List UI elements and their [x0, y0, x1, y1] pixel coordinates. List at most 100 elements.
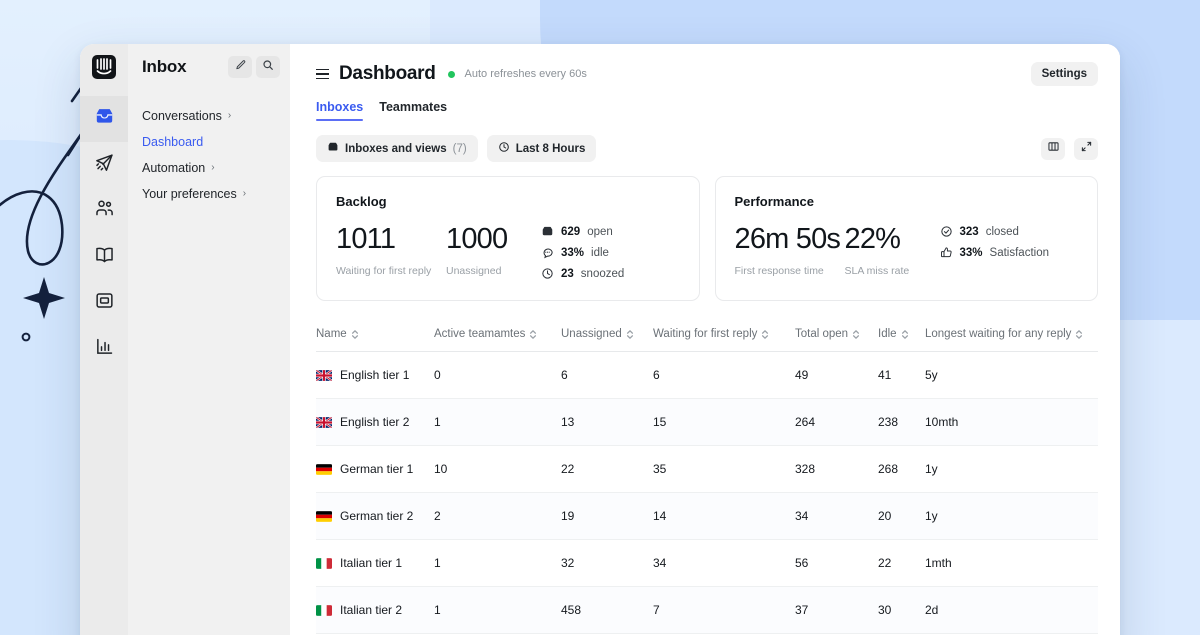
inbox-name-label: English tier 1 [340, 368, 409, 382]
sort-icon [1075, 329, 1083, 340]
inbox-icon [327, 141, 339, 156]
fact-value: 323 [960, 226, 979, 238]
fact-value: 629 [561, 226, 580, 238]
metric-unassigned: 1000 Unassigned [446, 223, 541, 277]
chat-bubble-icon [541, 246, 554, 259]
fact-text: idle [591, 247, 609, 259]
rail-item-articles[interactable] [80, 280, 128, 326]
flag-gb-icon [316, 417, 332, 428]
expand-diagonal-icon [1080, 140, 1093, 158]
card-facts: 323 closed 33% [940, 223, 1049, 259]
cell-idle: 41 [878, 368, 925, 382]
sidebar-header: Inbox [128, 44, 290, 90]
thumbs-up-icon [940, 246, 953, 259]
inbox-name-label: German tier 2 [340, 509, 413, 523]
search-icon [262, 58, 274, 76]
metric-label: Unassigned [446, 265, 541, 277]
cell-unassigned: 13 [561, 415, 653, 429]
rail-item-reports[interactable] [80, 326, 128, 372]
card-title: Performance [735, 194, 1079, 209]
table-row[interactable]: German tier 11022353282681y [316, 446, 1098, 493]
summary-cards: Backlog 1011 Waiting for first reply 100… [290, 162, 1120, 301]
column-header-idle[interactable]: Idle [878, 319, 925, 351]
column-header-waiting-for-first-reply[interactable]: Waiting for first reply [653, 319, 795, 351]
column-header-longest-waiting[interactable]: Longest waiting for any reply [925, 319, 1098, 351]
metric-label: SLA miss rate [845, 265, 940, 277]
auto-refresh-note: Auto refreshes every 60s [465, 68, 587, 80]
chevron-right-icon: › [228, 111, 231, 121]
cell-waiting-for-first-reply: 15 [653, 415, 795, 429]
settings-button[interactable]: Settings [1031, 62, 1098, 86]
cell-waiting-for-first-reply: 14 [653, 509, 795, 523]
inboxes-table: Name Active teamamtes Unassigned [290, 319, 1120, 634]
icon-rail [80, 44, 128, 635]
column-header-name[interactable]: Name [316, 319, 434, 351]
metric-first-response-time: 26m 50s First response time [735, 223, 845, 277]
metric-value: 1000 [446, 223, 541, 255]
tab-teammates[interactable]: Teammates [379, 100, 447, 121]
rail-item-contacts[interactable] [80, 188, 128, 234]
cell-name: German tier 2 [316, 509, 434, 523]
main-content: Dashboard Auto refreshes every 60s Setti… [290, 44, 1120, 635]
sidebar-item-label: Conversations [142, 109, 222, 123]
hamburger-menu-icon[interactable] [316, 69, 329, 80]
sidebar-item-automation[interactable]: Automation › [142, 156, 290, 180]
fact-idle: 33% idle [541, 246, 624, 259]
flag-it-icon [316, 558, 332, 569]
metric-label: Waiting for first reply [336, 265, 446, 277]
table-row[interactable]: English tier 21131526423810mth [316, 399, 1098, 446]
sidebar-item-dashboard[interactable]: Dashboard [142, 130, 290, 154]
cell-idle: 22 [878, 556, 925, 570]
sort-icon [761, 329, 769, 340]
compose-button[interactable] [228, 56, 252, 78]
time-range-filter[interactable]: Last 8 Hours [487, 135, 597, 162]
cell-unassigned: 6 [561, 368, 653, 382]
chevron-right-icon: › [211, 163, 214, 173]
cell-total-open: 328 [795, 462, 878, 476]
cell-idle: 238 [878, 415, 925, 429]
column-header-active-teammates[interactable]: Active teamamtes [434, 319, 561, 351]
intercom-logo-icon[interactable] [89, 52, 119, 82]
inbox-icon [94, 106, 115, 132]
table-row[interactable]: Italian tier 11323456221mth [316, 540, 1098, 587]
sort-icon [626, 329, 634, 340]
tab-inboxes[interactable]: Inboxes [316, 100, 363, 121]
rail-item-knowledge-base[interactable] [80, 234, 128, 280]
sidebar-title: Inbox [142, 57, 224, 77]
cell-active-teammates: 1 [434, 603, 561, 617]
performance-card: Performance 26m 50s First response time … [715, 176, 1099, 301]
sidebar-item-your-preferences[interactable]: Your preferences › [142, 182, 290, 206]
search-button[interactable] [256, 56, 280, 78]
fact-text: snoozed [581, 268, 624, 280]
column-header-unassigned[interactable]: Unassigned [561, 319, 653, 351]
cell-waiting-for-first-reply: 7 [653, 603, 795, 617]
cell-total-open: 37 [795, 603, 878, 617]
compose-icon [234, 58, 246, 76]
inboxes-and-views-filter[interactable]: Inboxes and views (7) [316, 135, 478, 162]
columns-button[interactable] [1041, 138, 1065, 160]
rail-item-inbox[interactable] [80, 96, 128, 142]
cell-waiting-for-first-reply: 6 [653, 368, 795, 382]
tab-bar: Inboxes Teammates [290, 86, 1120, 121]
cell-waiting-for-first-reply: 35 [653, 462, 795, 476]
metric-value: 22% [845, 223, 940, 255]
column-header-total-open[interactable]: Total open [795, 319, 878, 351]
table-row[interactable]: German tier 22191434201y [316, 493, 1098, 540]
columns-icon [1047, 140, 1060, 158]
sidebar-item-conversations[interactable]: Conversations › [142, 104, 290, 128]
app-window: Inbox [80, 44, 1120, 635]
table-row[interactable]: Italian tier 21458737302d [316, 587, 1098, 634]
status-dot-icon [448, 71, 455, 78]
metric-waiting-first-reply: 1011 Waiting for first reply [336, 223, 446, 277]
fact-text: Satisfaction [990, 247, 1049, 259]
expand-button[interactable] [1074, 138, 1098, 160]
rail-item-outbound[interactable] [80, 142, 128, 188]
cell-active-teammates: 1 [434, 415, 561, 429]
sort-icon [351, 329, 359, 340]
cell-total-open: 34 [795, 509, 878, 523]
cell-unassigned: 22 [561, 462, 653, 476]
cell-name: Italian tier 2 [316, 603, 434, 617]
cell-unassigned: 19 [561, 509, 653, 523]
metric-value: 26m 50s [735, 223, 845, 255]
table-row[interactable]: English tier 106649415y [316, 352, 1098, 399]
